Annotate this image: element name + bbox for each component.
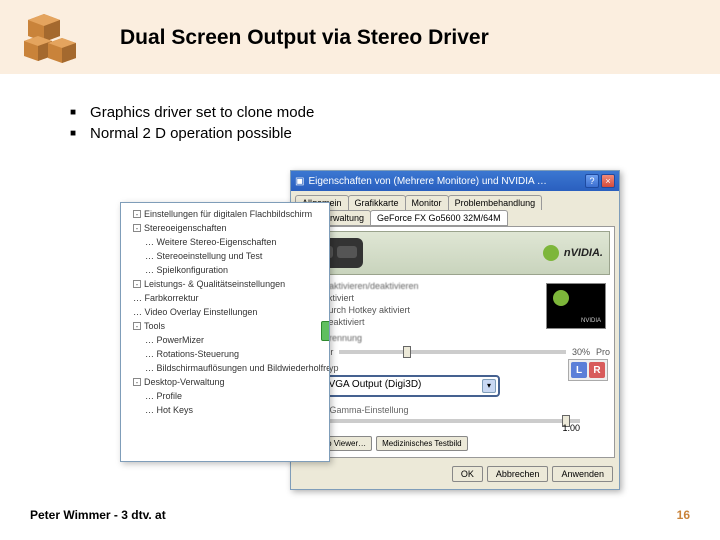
footer-author: Peter Wimmer - 3 dtv. at — [30, 508, 166, 522]
tree-item[interactable]: … Hot Keys — [123, 403, 327, 417]
titlebar[interactable]: ▣ Eigenschaften von (Mehrere Monitore) u… — [291, 171, 619, 191]
tree-item[interactable]: -Leistungs- & Qualitätseinstellungen — [123, 277, 327, 291]
gamma-value: 1.00 — [300, 423, 580, 433]
depth-slider[interactable] — [339, 350, 566, 354]
tree-item[interactable]: -Desktop-Verwaltung — [123, 375, 327, 389]
nvidia-logo: nVIDIA. — [564, 247, 603, 259]
subtab-row: Farbverwaltung GeForce FX Go5600 32M/64M — [291, 210, 619, 226]
gamma-label: Stereo-Gamma-Einstellung — [300, 405, 610, 415]
stereo-mode-dropdown[interactable]: DualVGA Output (Digi3D) ▾ — [300, 375, 500, 397]
help-button[interactable]: ? — [585, 174, 599, 188]
cancel-button[interactable]: Abbrechen — [487, 466, 549, 482]
tab-row: Allgemein Grafikkarte Monitor Problembeh… — [291, 191, 619, 210]
cubes-logo — [20, 14, 80, 66]
settings-tree-window: -Einstellungen für digitalen Flachbildsc… — [120, 202, 330, 462]
chevron-down-icon[interactable]: ▾ — [482, 379, 496, 393]
tab-adapter[interactable]: Grafikkarte — [348, 195, 406, 210]
nvidia-eye-icon — [553, 290, 569, 306]
bullet-list: Graphics driver set to clone mode Normal… — [70, 104, 314, 146]
medical-test-button[interactable]: Medizinisches Testbild — [376, 436, 467, 451]
dialog-button-row: OK Abbrechen Anwenden — [291, 462, 619, 486]
subtab-geforce[interactable]: GeForce FX Go5600 32M/64M — [370, 210, 508, 226]
nvidia-eye-icon — [543, 245, 559, 261]
tree-item[interactable]: -Tools — [123, 319, 327, 333]
tree-item[interactable]: … Video Overlay Einstellungen — [123, 305, 327, 319]
section-depth-label: Stereotrennung — [300, 333, 610, 343]
depth-percent: 30% — [572, 347, 590, 357]
tree-item[interactable]: … Farbkorrektur — [123, 291, 327, 305]
tree-item[interactable]: … Weitere Stereo-Eigenschaften — [123, 235, 327, 249]
bullet-item: Normal 2 D operation possible — [70, 125, 314, 142]
tab-monitor[interactable]: Monitor — [405, 195, 449, 210]
apply-button[interactable]: Anwenden — [552, 466, 613, 482]
close-button[interactable]: × — [601, 174, 615, 188]
tree-item[interactable]: … PowerMizer — [123, 333, 327, 347]
nvidia-thumb-label: NVIDIA — [581, 318, 601, 324]
selection-marker-icon — [321, 321, 330, 341]
stereo-mode-label: Stereotyp — [300, 363, 610, 373]
depth-more-label: Pro — [596, 347, 610, 357]
stereo-panel: nVIDIA. Stereo aktivieren/deaktivieren A… — [295, 226, 615, 458]
nvidia-preview-thumb: NVIDIA — [546, 283, 606, 329]
tree-item[interactable]: -Stereoeigenschaften — [123, 221, 327, 235]
tree-item[interactable]: … Profile — [123, 389, 327, 403]
bullet-item: Graphics driver set to clone mode — [70, 104, 314, 121]
slide-title: Dual Screen Output via Stereo Driver — [120, 26, 489, 50]
tree-item[interactable]: -Einstellungen für digitalen Flachbildsc… — [123, 207, 327, 221]
screenshot-area: ▣ Eigenschaften von (Mehrere Monitore) u… — [120, 170, 620, 500]
window-title: Eigenschaften von (Mehrere Monitore) und… — [308, 176, 546, 187]
tree-item[interactable]: … Bildschirmauflösungen und Bildwiederho… — [123, 361, 327, 375]
window-icon: ▣ — [295, 176, 304, 187]
page-number: 16 — [677, 508, 690, 522]
tree-item[interactable]: … Spielkonfiguration — [123, 263, 327, 277]
tree-item[interactable]: … Rotations-Steuerung — [123, 347, 327, 361]
tree-item[interactable]: … Stereoeinstellung und Test — [123, 249, 327, 263]
settings-tree[interactable]: -Einstellungen für digitalen Flachbildsc… — [123, 207, 327, 417]
display-properties-window: ▣ Eigenschaften von (Mehrere Monitore) u… — [290, 170, 620, 490]
tab-troubleshoot[interactable]: Problembehandlung — [448, 195, 543, 210]
ok-button[interactable]: OK — [452, 466, 483, 482]
nvidia-banner: nVIDIA. — [300, 231, 610, 275]
stereo-mode-value: DualVGA Output (Digi3D) — [304, 379, 482, 393]
